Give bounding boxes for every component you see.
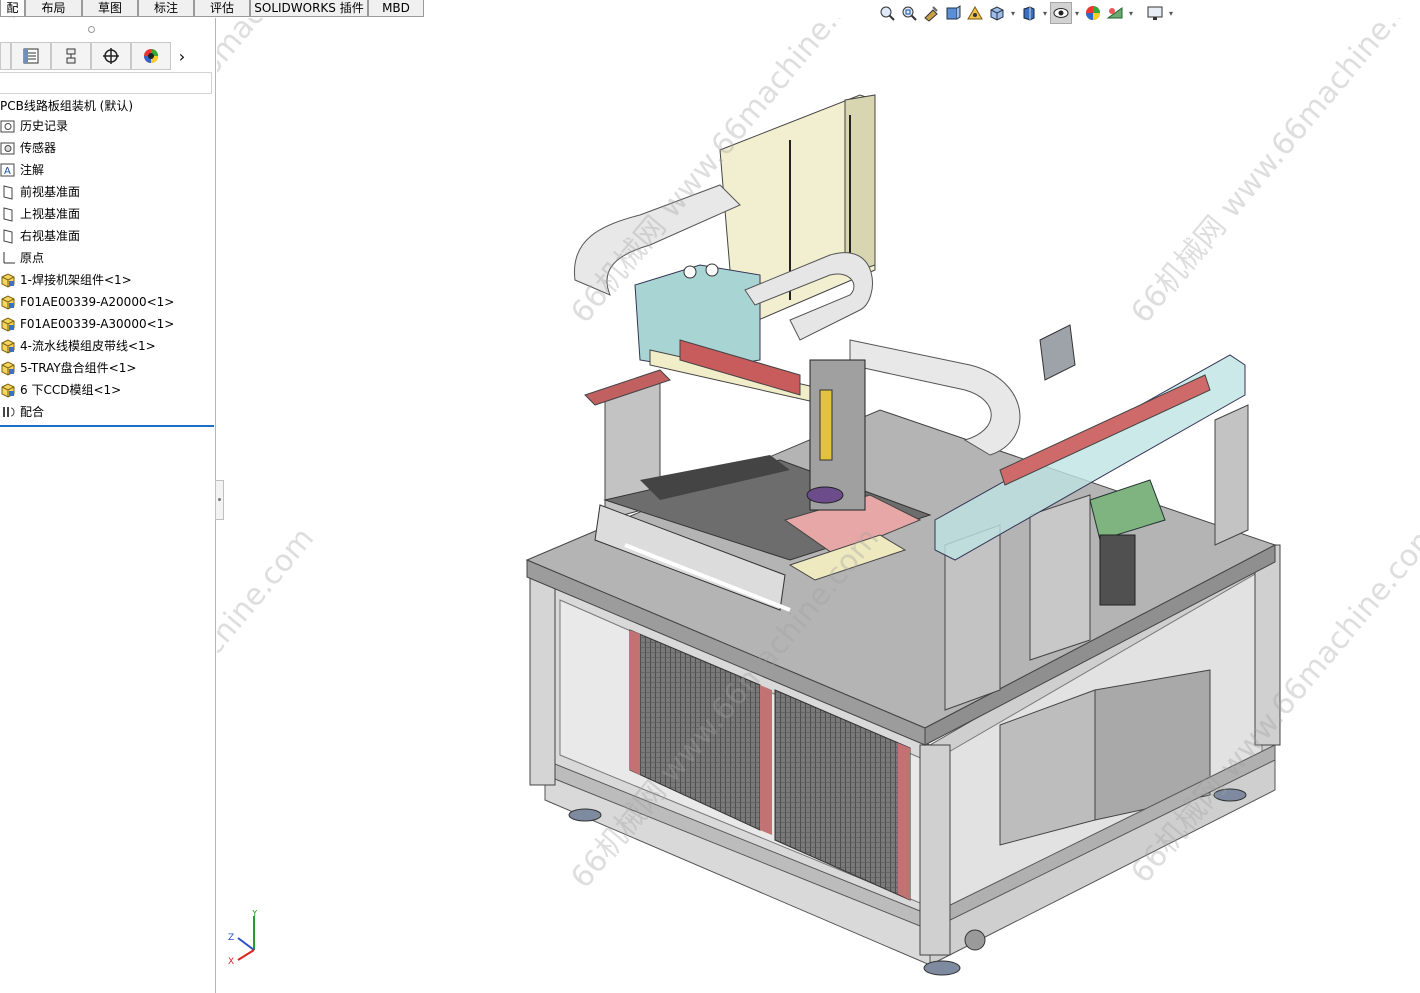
sensor-icon xyxy=(0,140,16,156)
dimxpert-icon xyxy=(103,48,119,64)
bracket-hole xyxy=(705,263,719,277)
tree-item-right-plane[interactable]: 右视基准面 xyxy=(0,225,80,247)
assembly-icon xyxy=(0,360,16,376)
origin-icon xyxy=(0,250,16,266)
tree-item-label: F01AE00339-A20000<1> xyxy=(20,295,175,309)
tree-item-label: 前视基准面 xyxy=(20,185,81,199)
tree-item-label: 4-流水线模组皮带线<1> xyxy=(20,339,156,353)
tree-item-ccd[interactable]: 6 下CCD模组<1> xyxy=(0,379,121,401)
leveling-foot xyxy=(568,808,602,822)
tree-item-conveyor[interactable]: 4-流水线模组皮带线<1> xyxy=(0,335,156,357)
assembly-icon xyxy=(0,272,16,288)
command-manager-tabs: 配体 布局 草图 标注 评估 SOLIDWORKS 插件 MBD xyxy=(0,0,424,31)
servo-motor xyxy=(1039,324,1076,381)
leveling-foot xyxy=(923,960,961,976)
tab-assembly[interactable]: 配体 xyxy=(0,0,25,31)
assembly-icon xyxy=(0,338,16,354)
ccd-camera-module xyxy=(1099,534,1136,606)
assembly-icon xyxy=(0,382,16,398)
z-label: Z xyxy=(228,933,234,943)
tab-configuration-manager[interactable] xyxy=(51,42,91,70)
tab-solidworks-addins[interactable]: SOLIDWORKS 插件 xyxy=(250,0,368,17)
tab-markup[interactable]: 标注 xyxy=(138,0,194,17)
tree-item-label: 6 下CCD模组<1> xyxy=(20,383,122,397)
svg-text:A: A xyxy=(4,166,11,177)
chevron-down-icon[interactable]: ▾ xyxy=(1166,9,1176,18)
frame-leg xyxy=(919,744,951,956)
chevron-down-icon[interactable]: ▾ xyxy=(1040,9,1050,18)
y-label: Y xyxy=(251,910,258,919)
x-label: X xyxy=(228,957,234,965)
tab-evaluate[interactable]: 评估 xyxy=(194,0,250,17)
tree-item-label: 传感器 xyxy=(20,141,57,155)
plane-icon xyxy=(0,228,16,244)
reference-triad: Y Z X xyxy=(228,910,258,965)
tree-item-tray[interactable]: 5-TRAY盘合组件<1> xyxy=(0,357,136,379)
tree-end-marker xyxy=(0,425,214,427)
plane-icon xyxy=(0,184,16,200)
annotation-icon: A xyxy=(0,162,16,178)
manager-tabs: › xyxy=(0,42,214,70)
tree-item-a20000[interactable]: F01AE00339-A20000<1> xyxy=(0,291,174,313)
tree-item-history[interactable]: 历史记录 xyxy=(0,115,68,137)
tree-root-assembly[interactable]: PCB线路板组装机 (默认) xyxy=(0,96,133,116)
plane-icon xyxy=(0,206,16,222)
tree-item-front-plane[interactable]: 前视基准面 xyxy=(0,181,80,203)
tree-item-origin[interactable]: 原点 xyxy=(0,247,44,269)
chevron-down-icon[interactable]: ▾ xyxy=(1126,9,1136,18)
tab-property-manager[interactable] xyxy=(11,42,51,70)
gantry-post xyxy=(1029,494,1091,661)
tab-display-manager[interactable] xyxy=(131,42,171,70)
tree-filter[interactable] xyxy=(0,72,212,94)
tree-item-annotations[interactable]: A 注解 xyxy=(0,159,44,181)
assembly-icon xyxy=(0,294,16,310)
tree-item-label: 配合 xyxy=(20,405,45,419)
caster-wheel xyxy=(964,929,986,951)
suction-nozzle xyxy=(806,486,844,504)
nozzle-actuator xyxy=(819,389,833,461)
graphics-area[interactable]: 66机械网 www.66machine.com 66机械网 www.66mach… xyxy=(217,18,1420,993)
history-icon xyxy=(0,118,16,134)
z-axis-icon xyxy=(237,937,255,951)
bracket-hole xyxy=(683,265,697,279)
tab-layout[interactable]: 布局 xyxy=(25,0,82,17)
x-axis-icon xyxy=(237,949,255,961)
property-manager-icon xyxy=(23,48,39,64)
tree-item-welded-frame[interactable]: 1-焊接机架组件<1> xyxy=(0,269,132,291)
panel-grip[interactable] xyxy=(88,26,95,33)
tree-item-label: 右视基准面 xyxy=(20,229,81,243)
tree-item-a30000[interactable]: F01AE00339-A30000<1> xyxy=(0,313,174,335)
chevron-down-icon[interactable]: ▾ xyxy=(1008,9,1018,18)
tab-mbd[interactable]: MBD xyxy=(368,0,424,17)
radiator-edge xyxy=(898,743,910,900)
tab-feature-manager[interactable] xyxy=(0,42,11,70)
tree-item-label: 上视基准面 xyxy=(20,207,81,221)
feature-manager-panel: › PCB线路板组装机 (默认) 历史记录 传感器 A 注解 前视基准面 上视基… xyxy=(0,18,216,993)
watermark: 66机械网 www.66machine.com xyxy=(217,521,321,895)
tree-item-mates[interactable]: 配合 xyxy=(0,401,44,423)
watermark: 66机械网 www.66machine.com xyxy=(217,18,361,265)
radiator-edge xyxy=(630,630,640,775)
tab-dimxpert-manager[interactable] xyxy=(91,42,131,70)
radiator-edge xyxy=(760,685,772,835)
tree-item-label: 历史记录 xyxy=(20,119,69,133)
tree-item-label: 原点 xyxy=(20,251,45,265)
tree-item-sensors[interactable]: 传感器 xyxy=(0,137,56,159)
tree-item-label: 5-TRAY盘合组件<1> xyxy=(20,361,137,375)
chevron-down-icon[interactable]: ▾ xyxy=(1072,9,1082,18)
tab-sketch[interactable]: 草图 xyxy=(82,0,138,17)
frame-leg xyxy=(529,574,556,786)
mates-icon xyxy=(0,404,16,420)
tree-item-label: 注解 xyxy=(20,163,45,177)
configuration-manager-icon xyxy=(66,48,76,64)
watermark: 66机械网 www.66machine.com xyxy=(1124,18,1420,330)
tree-item-top-plane[interactable]: 上视基准面 xyxy=(0,203,80,225)
chevron-right-icon[interactable]: › xyxy=(171,42,193,70)
tree-item-label: 1-焊接机架组件<1> xyxy=(20,273,132,287)
tree-item-label: F01AE00339-A30000<1> xyxy=(20,317,175,331)
gantry-post xyxy=(1214,404,1249,546)
display-manager-icon xyxy=(144,49,158,63)
assembly-icon xyxy=(0,316,16,332)
